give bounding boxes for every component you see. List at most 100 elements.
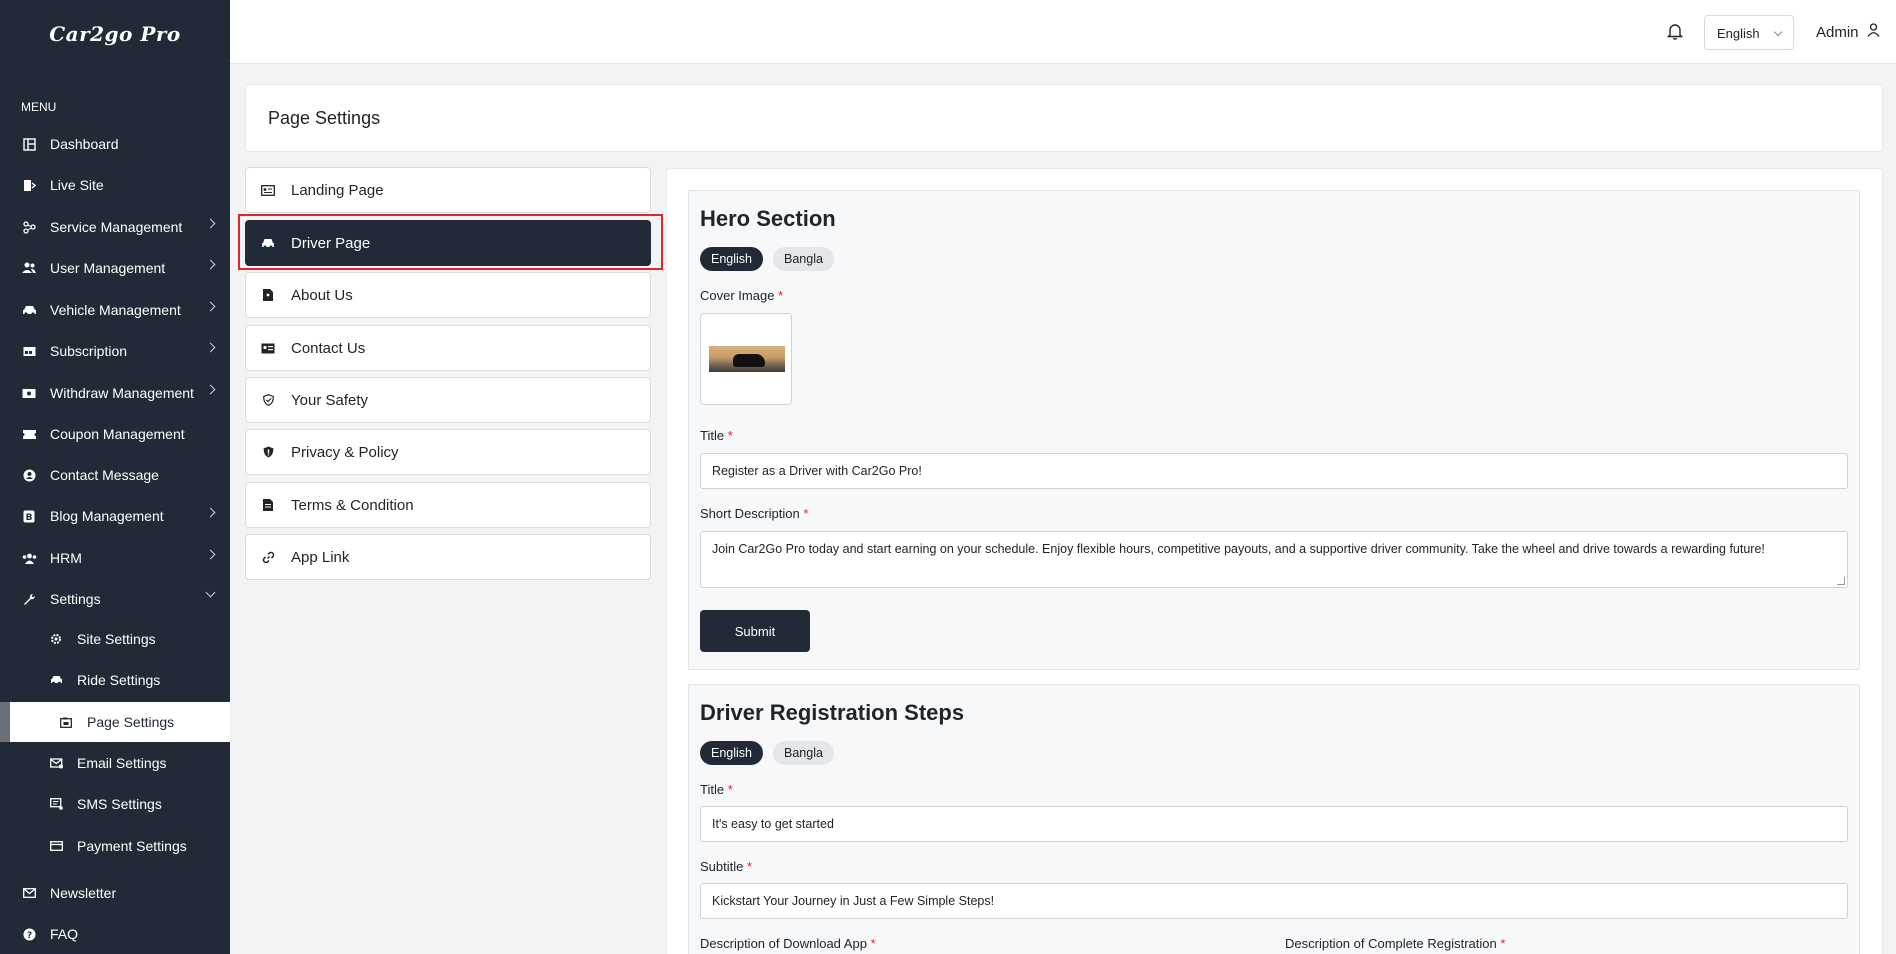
language-select-value: English bbox=[1717, 26, 1760, 41]
chevron-right-icon bbox=[205, 507, 216, 518]
sidebar-item-contact-message[interactable]: Contact Message bbox=[0, 455, 230, 495]
service-icon bbox=[21, 219, 37, 235]
sidebar-item-user-management[interactable]: User Management bbox=[0, 248, 230, 288]
blog-icon: B bbox=[21, 508, 37, 524]
sidebar-item-label: Coupon Management bbox=[50, 426, 185, 442]
language-select[interactable]: English bbox=[1704, 15, 1794, 50]
bell-icon[interactable] bbox=[1666, 22, 1684, 40]
tab-about-us[interactable]: About Us bbox=[245, 272, 651, 318]
users-icon bbox=[21, 260, 37, 276]
sidebar-item-label: Page Settings bbox=[87, 714, 175, 730]
landing-page-icon bbox=[260, 184, 276, 196]
sidebar-item-dashboard[interactable]: Dashboard bbox=[0, 124, 230, 164]
link-icon bbox=[260, 551, 276, 564]
cover-image-label: Cover Image * bbox=[700, 288, 784, 303]
user-name: Admin bbox=[1816, 23, 1859, 41]
chevron-right-icon bbox=[205, 259, 216, 270]
user-menu[interactable]: Admin bbox=[1816, 23, 1880, 41]
tab-landing-page[interactable]: Landing Page bbox=[245, 167, 651, 213]
sidebar-item-label: Site Settings bbox=[77, 631, 156, 647]
sidebar-item-hrm[interactable]: HRM bbox=[0, 538, 230, 578]
chevron-right-icon bbox=[205, 342, 216, 353]
tab-label: Your Safety bbox=[291, 391, 368, 409]
newsletter-icon bbox=[21, 885, 37, 901]
short-description-textarea[interactable]: Join Car2Go Pro today and start earning … bbox=[700, 531, 1848, 588]
page-title: Page Settings bbox=[268, 108, 381, 128]
tab-label: About Us bbox=[291, 286, 353, 304]
sidebar-item-newsletter[interactable]: Newsletter bbox=[0, 873, 230, 913]
sidebar-item-blog-management[interactable]: B Blog Management bbox=[0, 496, 230, 536]
withdraw-icon bbox=[21, 385, 37, 401]
sidebar-item-coupon-management[interactable]: Coupon Management bbox=[0, 414, 230, 454]
cover-image-upload[interactable] bbox=[700, 313, 792, 405]
tab-app-link[interactable]: App Link bbox=[245, 534, 651, 580]
sidebar-item-live-site[interactable]: Live Site bbox=[0, 165, 230, 205]
email-icon bbox=[48, 755, 64, 771]
hrm-icon bbox=[21, 550, 37, 566]
svg-text:B: B bbox=[26, 513, 33, 523]
lang-tab-english[interactable]: English bbox=[700, 741, 763, 765]
sidebar-item-faq[interactable]: ? FAQ bbox=[0, 914, 230, 954]
resize-handle[interactable] bbox=[1837, 577, 1845, 585]
payment-icon bbox=[48, 838, 64, 854]
sidebar-item-label: Payment Settings bbox=[77, 838, 187, 854]
chevron-right-icon bbox=[205, 549, 216, 560]
dashboard-icon bbox=[21, 136, 37, 152]
sidebar-item-label: Blog Management bbox=[50, 508, 164, 524]
selection-highlight bbox=[238, 214, 663, 270]
tab-label: App Link bbox=[291, 548, 350, 566]
sidebar-item-label: Email Settings bbox=[77, 755, 167, 771]
tab-contact-us[interactable]: Contact Us bbox=[245, 325, 651, 371]
user-icon bbox=[1867, 23, 1880, 41]
app-logo[interactable]: Car2go Pro bbox=[0, 0, 230, 68]
sidebar-item-label: FAQ bbox=[50, 926, 79, 942]
sidebar-item-service-management[interactable]: Service Management bbox=[0, 207, 230, 247]
lang-tab-english[interactable]: English bbox=[700, 247, 763, 271]
sidebar-item-sms-settings[interactable]: SMS Settings bbox=[0, 784, 230, 824]
sidebar-item-label: Withdraw Management bbox=[50, 385, 194, 401]
sidebar-item-withdraw-management[interactable]: Withdraw Management bbox=[0, 373, 230, 413]
title-input[interactable]: Register as a Driver with Car2Go Pro! bbox=[700, 453, 1848, 489]
chevron-down-icon bbox=[1773, 27, 1783, 37]
submit-button[interactable]: Submit bbox=[700, 610, 810, 652]
sms-icon bbox=[48, 796, 64, 812]
tab-terms-condition[interactable]: Terms & Condition bbox=[245, 482, 651, 528]
sidebar-item-vehicle-management[interactable]: Vehicle Management bbox=[0, 290, 230, 330]
shield-icon bbox=[260, 394, 276, 406]
tab-privacy-policy[interactable]: Privacy & Policy bbox=[245, 429, 651, 475]
sidebar-item-page-settings[interactable]: Page Settings bbox=[0, 702, 230, 742]
short-description-label: Short Description * bbox=[700, 506, 809, 521]
file-text-icon bbox=[260, 499, 276, 511]
document-icon bbox=[260, 289, 276, 301]
lang-tab-bangla[interactable]: Bangla bbox=[773, 741, 834, 765]
lang-tab-bangla[interactable]: Bangla bbox=[773, 247, 834, 271]
live-site-icon bbox=[21, 177, 37, 193]
page-header: Page Settings bbox=[245, 84, 1883, 152]
steps-subtitle-input[interactable]: Kickstart Your Journey in Just a Few Sim… bbox=[700, 883, 1848, 919]
sidebar-item-site-settings[interactable]: Site Settings bbox=[0, 619, 230, 659]
complete-registration-description-label: Description of Complete Registration * bbox=[1285, 936, 1506, 951]
gear-icon bbox=[48, 631, 64, 647]
sidebar-item-label: Live Site bbox=[50, 177, 104, 193]
sidebar-item-payment-settings[interactable]: Payment Settings bbox=[0, 826, 230, 866]
short-description-value: Join Car2Go Pro today and start earning … bbox=[712, 542, 1765, 556]
sidebar-item-label: Service Management bbox=[50, 219, 183, 235]
faq-icon: ? bbox=[21, 926, 37, 942]
sidebar-item-email-settings[interactable]: Email Settings bbox=[0, 743, 230, 783]
car-icon bbox=[21, 302, 37, 318]
sidebar-item-label: Ride Settings bbox=[77, 672, 161, 688]
download-app-description-label: Description of Download App * bbox=[700, 936, 876, 951]
topbar: English Admin bbox=[230, 0, 1896, 64]
chevron-right-icon bbox=[205, 384, 216, 395]
sidebar-item-settings[interactable]: Settings bbox=[0, 579, 230, 619]
sidebar-item-ride-settings[interactable]: Ride Settings bbox=[0, 660, 230, 700]
tab-your-safety[interactable]: Your Safety bbox=[245, 377, 651, 423]
steps-title-input[interactable]: It's easy to get started bbox=[700, 806, 1848, 842]
sidebar-item-label: Newsletter bbox=[50, 885, 117, 901]
sidebar-item-label: SMS Settings bbox=[77, 796, 162, 812]
title-label: Title * bbox=[700, 782, 733, 797]
sidebar: Car2go Pro MENU Dashboard Live Site Serv… bbox=[0, 0, 230, 954]
sidebar-item-label: Settings bbox=[50, 591, 101, 607]
sidebar-item-label: Vehicle Management bbox=[50, 302, 181, 318]
sidebar-item-subscription[interactable]: Subscription bbox=[0, 331, 230, 371]
